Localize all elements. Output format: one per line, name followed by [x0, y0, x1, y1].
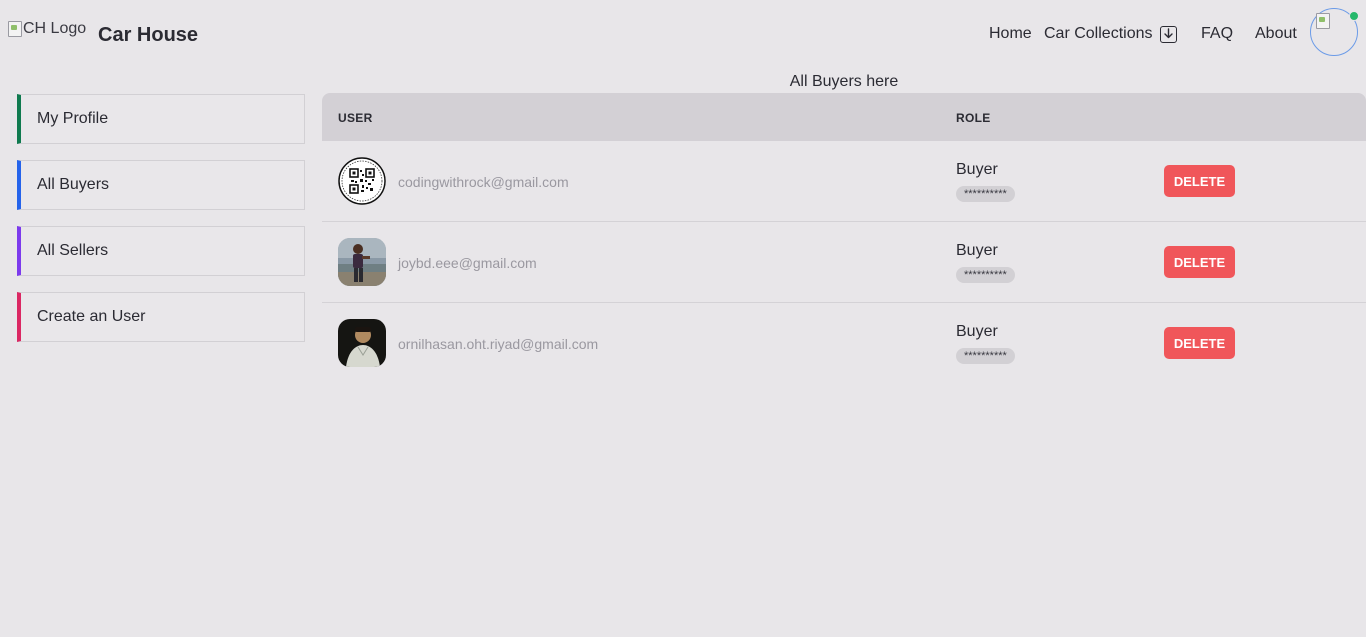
sidebar-item-all-sellers[interactable]: All Sellers — [17, 226, 305, 276]
delete-button[interactable]: DELETE — [1164, 246, 1235, 278]
user-email: codingwithrock@gmail.com — [398, 174, 569, 190]
user-email: ornilhasan.oht.riyad@gmail.com — [398, 336, 599, 352]
sidebar-item-label: All Buyers — [37, 176, 110, 193]
sidebar-item-my-profile[interactable]: My Profile — [17, 94, 305, 144]
user-role: Buyer — [956, 161, 998, 178]
column-header-user: USER — [338, 111, 373, 125]
sidebar-item-all-buyers[interactable]: All Buyers — [17, 160, 305, 210]
nav-faq-link[interactable]: FAQ — [1201, 25, 1233, 43]
user-email: joybd.eee@gmail.com — [398, 255, 537, 271]
navbar: CH Logo Car House Home Car Collections F… — [0, 0, 1366, 70]
broken-image-icon — [1316, 13, 1330, 29]
qr-code-avatar — [338, 157, 386, 205]
person-photo-avatar — [338, 319, 386, 367]
brand-title[interactable]: Car House — [98, 24, 198, 47]
table-row: codingwithrock@gmail.com Buyer *********… — [322, 141, 1366, 222]
person-photo-avatar — [338, 238, 386, 286]
password-badge: ********** — [956, 348, 1015, 364]
page-title: All Buyers here — [789, 73, 899, 90]
sidebar-item-label: My Profile — [37, 110, 109, 127]
column-header-role: ROLE — [956, 111, 991, 125]
broken-image-icon — [8, 21, 22, 37]
nav-home-link[interactable]: Home — [989, 25, 1032, 43]
online-status-icon — [1349, 11, 1359, 21]
download-icon[interactable] — [1160, 26, 1177, 43]
nav-about-link[interactable]: About — [1255, 25, 1297, 43]
delete-button[interactable]: DELETE — [1164, 327, 1235, 359]
brand-logo[interactable]: CH Logo — [8, 20, 86, 38]
sidebar-item-label: Create an User — [37, 308, 146, 325]
delete-button[interactable]: DELETE — [1164, 165, 1235, 197]
sidebar: My Profile All Buyers All Sellers Create… — [17, 94, 305, 358]
user-avatar-button[interactable] — [1310, 8, 1359, 56]
brand-logo-alt-text: CH Logo — [23, 20, 87, 37]
table-row: joybd.eee@gmail.com Buyer ********** DEL… — [322, 222, 1366, 303]
password-badge: ********** — [956, 267, 1015, 283]
buyers-table: USER ROLE codingwithrock@gmail.com Buyer… — [322, 93, 1366, 384]
table-header: USER ROLE — [322, 93, 1366, 141]
nav-car-collections-link[interactable]: Car Collections — [1044, 25, 1152, 43]
table-row: ornilhasan.oht.riyad@gmail.com Buyer ***… — [322, 303, 1366, 384]
user-role: Buyer — [956, 242, 998, 259]
password-badge: ********** — [956, 186, 1015, 202]
user-role: Buyer — [956, 323, 998, 340]
sidebar-item-create-user[interactable]: Create an User — [17, 292, 305, 342]
sidebar-item-label: All Sellers — [37, 242, 109, 259]
